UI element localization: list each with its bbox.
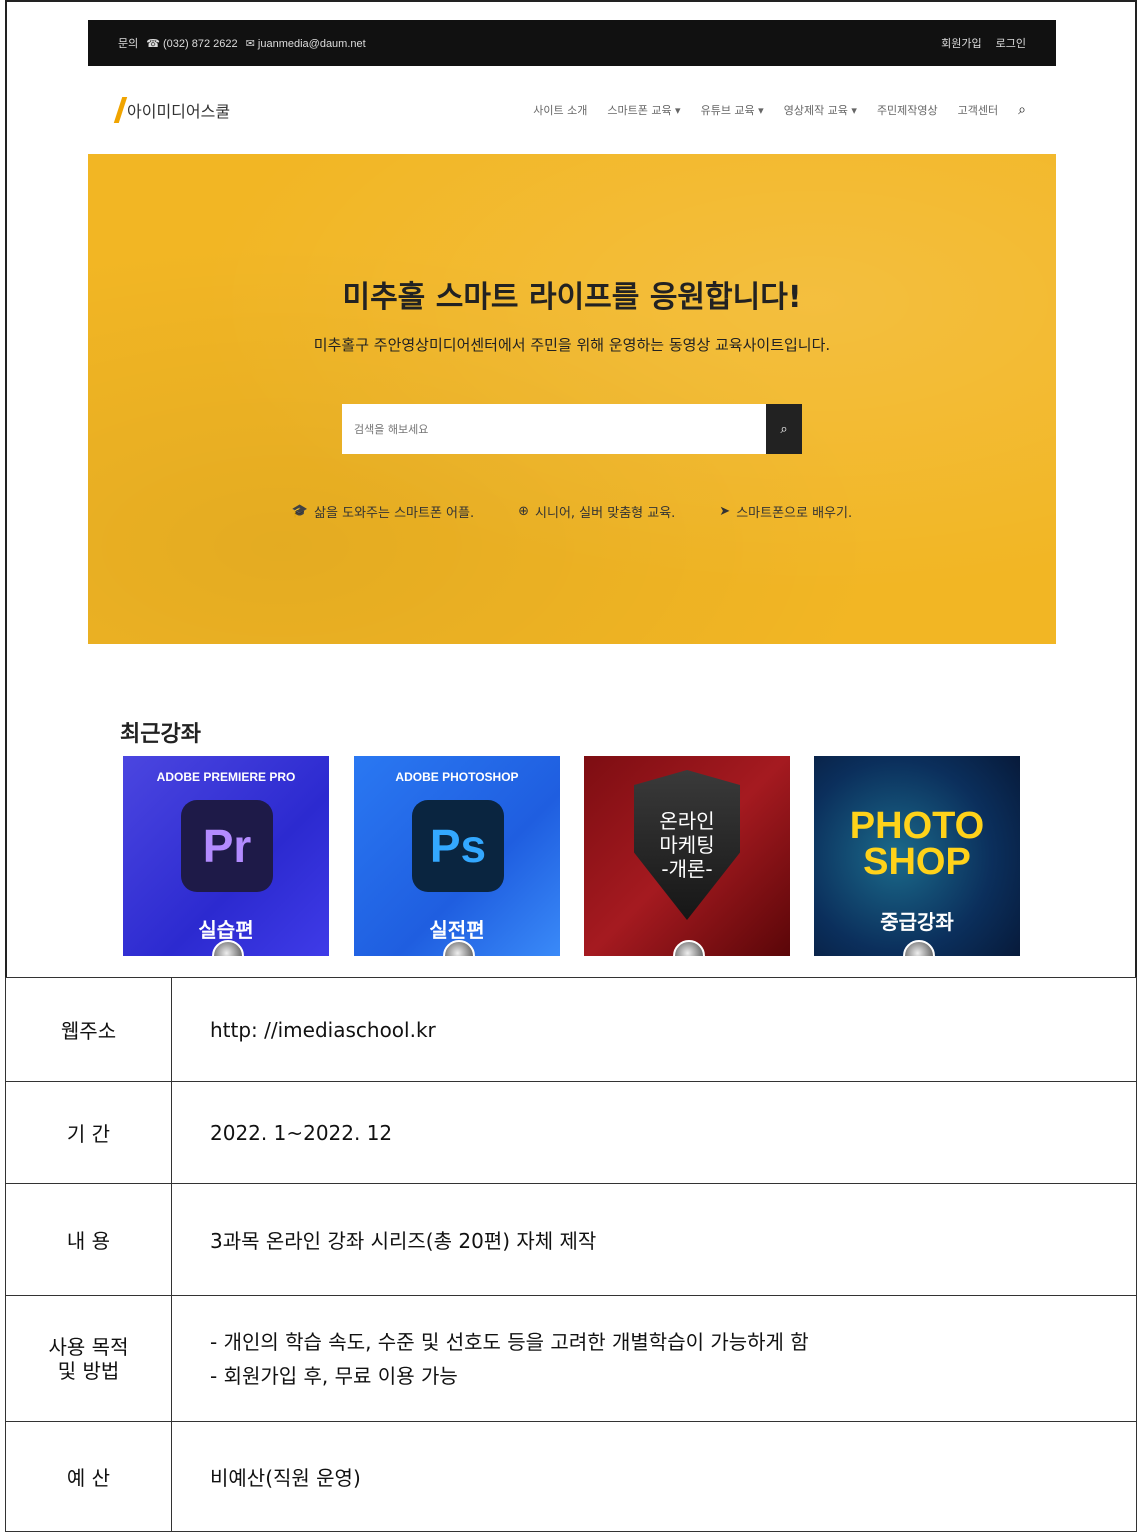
search-icon[interactable]: ⌕ bbox=[1018, 102, 1026, 118]
row-value: http: //imediaschool.kr bbox=[171, 977, 1137, 1082]
course-card-premiere[interactable]: ADOBE PREMIERE PRO Pr 실습편 bbox=[123, 756, 329, 956]
info-table: 웹주소 http: //imediaschool.kr 기 간 2022. 1~… bbox=[5, 977, 1137, 1532]
search-icon: ⌕ bbox=[780, 421, 788, 437]
card-caption: ADOBE PHOTOSHOP bbox=[395, 770, 519, 784]
row-key: 예 산 bbox=[5, 1421, 172, 1532]
hero-banner: 미추홀 스마트 라이프를 응원합니다! 미추홀구 주안영상미디어센터에서 주민을… bbox=[88, 154, 1056, 644]
instructor-avatar bbox=[673, 940, 705, 956]
menu-item-about[interactable]: 사이트 소개 bbox=[533, 102, 587, 118]
card-subtitle: 중급강좌 bbox=[880, 910, 954, 934]
menu-item-resident-video[interactable]: 주민제작영상 bbox=[877, 102, 938, 118]
row-value: 2022. 1~2022. 12 bbox=[171, 1081, 1137, 1184]
site-logo[interactable]: 아이미디어스쿨 bbox=[113, 97, 231, 123]
card-subtitle: 실습편 bbox=[198, 918, 254, 942]
menu-item-support[interactable]: 고객센터 bbox=[958, 102, 998, 118]
logo-mark-icon bbox=[113, 97, 128, 123]
hero-features: 🎓 삶을 도와주는 스마트폰 어플. ⊕ 시니어, 실버 맞춤형 교육. ➤ 스마트폰… bbox=[88, 502, 1056, 521]
phone-number: ☎ (032) 872 2622 bbox=[146, 37, 238, 50]
course-card-photoshop-intermediate[interactable]: PHOTO SHOP 중급강좌 bbox=[814, 756, 1020, 956]
row-value: 비예산(직원 운영) bbox=[171, 1421, 1137, 1532]
card-subtitle: 실전편 bbox=[429, 918, 485, 942]
recent-courses-title: 최근강좌 bbox=[120, 722, 201, 747]
contact-info: 문의 ☎ (032) 872 2622 ✉ juanmedia@daum.net bbox=[118, 35, 941, 51]
page: 문의 ☎ (032) 872 2622 ✉ juanmedia@daum.net… bbox=[0, 0, 1137, 1532]
row-key: 웹주소 bbox=[5, 977, 172, 1082]
paper-plane-icon: ➤ bbox=[719, 504, 731, 519]
site-topbar: 문의 ☎ (032) 872 2622 ✉ juanmedia@daum.net… bbox=[88, 20, 1056, 66]
logo-text: 아이미디어스쿨 bbox=[127, 102, 231, 121]
table-row: 사용 목적 및 방법 - 개인의 학습 속도, 수준 및 선호도 등을 고려한 … bbox=[5, 1295, 1137, 1422]
search-button[interactable]: ⌕ bbox=[766, 404, 802, 454]
menu-item-smartphone[interactable]: 스마트폰 교육 ▾ bbox=[607, 102, 680, 118]
account-links: 회원가입 로그인 bbox=[941, 35, 1026, 51]
main-menu: 사이트 소개 스마트폰 교육 ▾ 유튜브 교육 ▾ 영상제작 교육 ▾ 주민제작… bbox=[533, 102, 1026, 118]
menu-item-video[interactable]: 영상제작 교육 ▾ bbox=[784, 102, 857, 118]
login-link[interactable]: 로그인 bbox=[996, 35, 1026, 51]
hero-search-bar: ⌕ bbox=[342, 404, 802, 454]
feature-label: 삶을 도와주는 스마트폰 어플. bbox=[314, 506, 475, 521]
instructor-avatar bbox=[903, 940, 935, 956]
card-tile-text: PHOTO SHOP bbox=[849, 805, 985, 884]
row-value: - 개인의 학습 속도, 수준 및 선호도 등을 고려한 개별학습이 가능하게 … bbox=[171, 1295, 1137, 1422]
premiere-logo-icon: Pr bbox=[181, 800, 273, 892]
feature-senior: ⊕ 시니어, 실버 맞춤형 교육. bbox=[518, 502, 675, 521]
feature-label: 스마트폰으로 배우기. bbox=[736, 506, 853, 521]
feature-apps: 🎓 삶을 도와주는 스마트폰 어플. bbox=[292, 502, 474, 521]
hero-subtitle: 미추홀구 주안영상미디어센터에서 주민을 위해 운영하는 동영상 교육사이트입니… bbox=[313, 336, 831, 354]
table-row: 웹주소 http: //imediaschool.kr bbox=[5, 977, 1137, 1082]
contact-label: 문의 bbox=[118, 38, 139, 50]
row-value: 3과목 온라인 강좌 시리즈(총 20편) 자체 제작 bbox=[171, 1183, 1137, 1296]
feature-learn: ➤ 스마트폰으로 배우기. bbox=[719, 502, 852, 521]
signup-link[interactable]: 회원가입 bbox=[941, 35, 981, 51]
email-address[interactable]: ✉ juanmedia@daum.net bbox=[246, 37, 366, 50]
row-key: 사용 목적 및 방법 bbox=[5, 1295, 172, 1422]
course-card-marketing[interactable]: 온라인 마케팅 -개론- bbox=[584, 756, 790, 956]
hero-background bbox=[88, 154, 1056, 644]
table-row: 기 간 2022. 1~2022. 12 bbox=[5, 1081, 1137, 1184]
row-value-line: - 개인의 학습 속도, 수준 및 선호도 등을 고려한 개별학습이 가능하게 … bbox=[210, 1329, 809, 1354]
shield-badge: 온라인 마케팅 -개론- bbox=[634, 770, 740, 920]
photoshop-logo-icon: Ps bbox=[412, 800, 504, 892]
feature-label: 시니어, 실버 맞춤형 교육. bbox=[535, 506, 676, 521]
menu-item-youtube[interactable]: 유튜브 교육 ▾ bbox=[701, 102, 764, 118]
support-icon: ⊕ bbox=[518, 504, 530, 519]
search-input[interactable] bbox=[342, 404, 766, 454]
card-tile-text: 온라인 마케팅 -개론- bbox=[659, 809, 715, 881]
hero-title: 미추홀 스마트 라이프를 응원합니다! bbox=[342, 280, 802, 315]
row-key: 기 간 bbox=[5, 1081, 172, 1184]
table-row: 예 산 비예산(직원 운영) bbox=[5, 1421, 1137, 1532]
course-card-photoshop[interactable]: ADOBE PHOTOSHOP Ps 실전편 bbox=[354, 756, 560, 956]
row-value-line: - 회원가입 후, 무료 이용 가능 bbox=[210, 1363, 458, 1388]
site-navbar: 아이미디어스쿨 사이트 소개 스마트폰 교육 ▾ 유튜브 교육 ▾ 영상제작 교… bbox=[88, 66, 1056, 154]
graduation-cap-icon: 🎓 bbox=[291, 504, 309, 519]
card-caption: ADOBE PREMIERE PRO bbox=[156, 770, 296, 784]
row-key: 내 용 bbox=[5, 1183, 172, 1296]
recent-courses-list: ADOBE PREMIERE PRO Pr 실습편 ADOBE PHOTOSHO… bbox=[120, 756, 1030, 966]
table-row: 내 용 3과목 온라인 강좌 시리즈(총 20편) 자체 제작 bbox=[5, 1183, 1137, 1296]
